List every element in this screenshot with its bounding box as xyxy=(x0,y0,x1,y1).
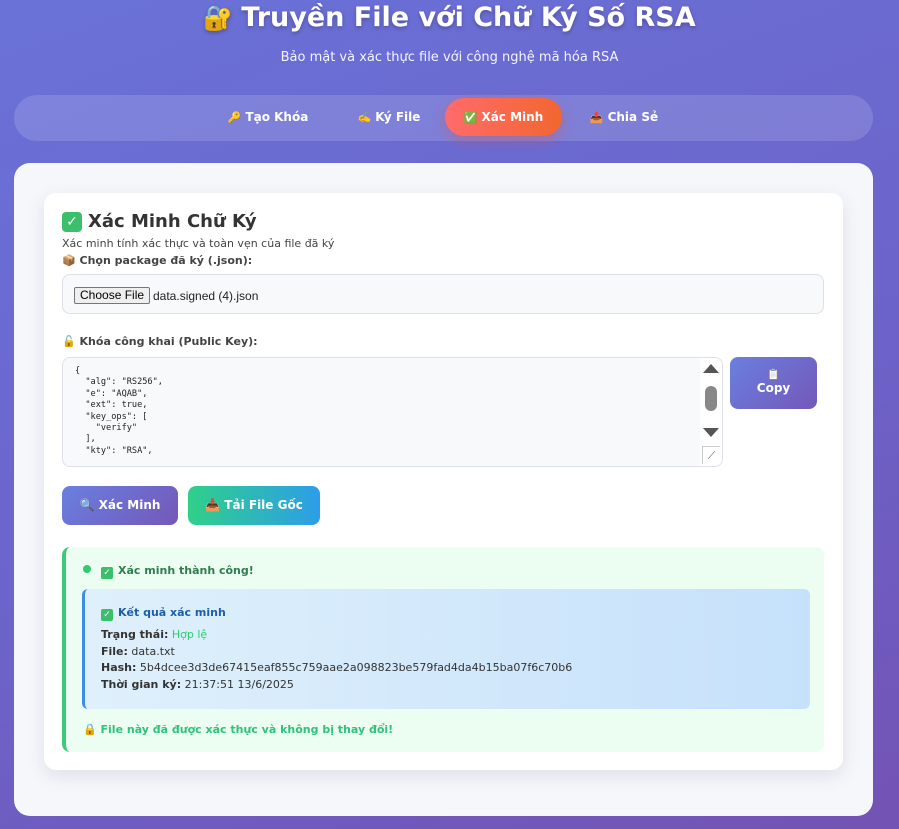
package-file-input[interactable]: Choose File data.signed (4).json xyxy=(62,274,824,314)
result-footnote: 🔒 File này đã được xác thực và không bị … xyxy=(83,723,394,736)
resize-handle-icon[interactable]: ⟋ xyxy=(702,446,720,464)
file-line: File: data.txt xyxy=(101,645,175,658)
check-icon: ✓ xyxy=(101,609,113,621)
tab-verify[interactable]: ✅ Xác Minh xyxy=(445,98,562,136)
tab-create-key[interactable]: 🔑 Tạo Khóa xyxy=(218,98,318,136)
writing-hand-icon: ✍️ xyxy=(357,111,372,124)
verify-card: ✓ Xác Minh Chữ Ký Xác minh tính xác thực … xyxy=(44,193,843,770)
card-title: ✓ Xác Minh Chữ Ký xyxy=(62,211,257,232)
tab-label: Tạo Khóa xyxy=(245,110,309,124)
public-key-label: 🔓 Khóa công khai (Public Key): xyxy=(62,335,258,348)
result-header: ✓ Xác minh thành công! xyxy=(83,564,254,579)
page-subtitle: Bảo mật và xác thực file với công nghệ m… xyxy=(280,50,619,65)
hash-label: Hash: xyxy=(101,661,137,674)
check-icon: ✓ xyxy=(62,212,82,232)
outbox-icon: 📤 xyxy=(589,111,604,124)
main-panel: ✓ Xác Minh Chữ Ký Xác minh tính xác thực … xyxy=(14,163,873,816)
check-icon: ✅ xyxy=(463,111,478,124)
verify-button[interactable]: 🔍 Xác Minh xyxy=(62,486,178,525)
tab-label: Xác Minh xyxy=(481,110,544,124)
package-label: 📦 Chọn package đã ký (.json): xyxy=(62,254,253,267)
result-detail: ✓ Kết quả xác minh Trạng thái: Hợp lệ Fil… xyxy=(82,589,810,709)
time-line: Thời gian ký: 21:37:51 13/6/2025 xyxy=(101,678,294,691)
file-value: data.txt xyxy=(131,645,175,658)
scroll-thumb[interactable] xyxy=(705,386,717,411)
selected-file-name: data.signed (4).json xyxy=(153,289,259,303)
lock-icon: 🔐 xyxy=(203,4,234,32)
verify-result: ✓ Xác minh thành công! ✓ Kết quả xác minh … xyxy=(62,547,824,752)
page-title: 🔐 Truyền File với Chữ Ký Số RSA xyxy=(0,2,899,33)
card-title-text: Xác Minh Chữ Ký xyxy=(88,211,257,232)
scroll-down-icon[interactable] xyxy=(703,428,719,437)
tab-share[interactable]: 📤 Chia Sẻ xyxy=(579,98,669,136)
download-original-button[interactable]: 📥 Tải File Gốc xyxy=(188,486,320,525)
hash-value: 5b4dcee3d3de67415eaf855c759aae2a098823be… xyxy=(139,661,573,674)
clipboard-icon: 📋 xyxy=(766,368,781,381)
tab-bar: 🔑 Tạo Khóa ✍️ Ký File ✅ Xác Minh 📤 Chia Sẻ xyxy=(14,95,873,141)
time-value: 21:37:51 13/6/2025 xyxy=(184,678,294,691)
choose-file-button[interactable]: Choose File xyxy=(74,287,151,304)
card-description: Xác minh tính xác thực và toàn vẹn của f… xyxy=(62,237,335,250)
time-label: Thời gian ký: xyxy=(101,678,182,691)
public-key-text: { "alg": "RS256", "e": "AQAB", "ext": tr… xyxy=(75,366,163,456)
hash-line: Hash: 5b4dcee3d3de67415eaf855c759aae2a09… xyxy=(101,661,572,674)
key-icon: 🔑 xyxy=(227,111,242,124)
copy-label: Copy xyxy=(756,381,791,395)
detail-title-text: Kết quả xác minh xyxy=(118,606,226,619)
status-value: Hợp lệ xyxy=(171,628,208,641)
tab-sign-file[interactable]: ✍️ Ký File xyxy=(344,98,434,136)
result-header-text: Xác minh thành công! xyxy=(118,564,254,577)
public-key-textarea[interactable]: { "alg": "RS256", "e": "AQAB", "ext": tr… xyxy=(62,357,723,467)
detail-title: ✓ Kết quả xác minh xyxy=(101,606,226,621)
tab-label: Chia Sẻ xyxy=(607,110,659,124)
page-title-text: Truyền File với Chữ Ký Số RSA xyxy=(241,2,696,33)
scroll-up-icon[interactable] xyxy=(703,364,719,373)
check-icon: ✓ xyxy=(101,567,113,579)
copy-key-button[interactable]: 📋 Copy xyxy=(730,357,817,409)
status-label: Trạng thái: xyxy=(101,628,169,641)
tab-label: Ký File xyxy=(375,110,421,124)
file-label: File: xyxy=(101,645,128,658)
status-dot xyxy=(83,565,91,573)
status-line: Trạng thái: Hợp lệ xyxy=(101,628,207,641)
